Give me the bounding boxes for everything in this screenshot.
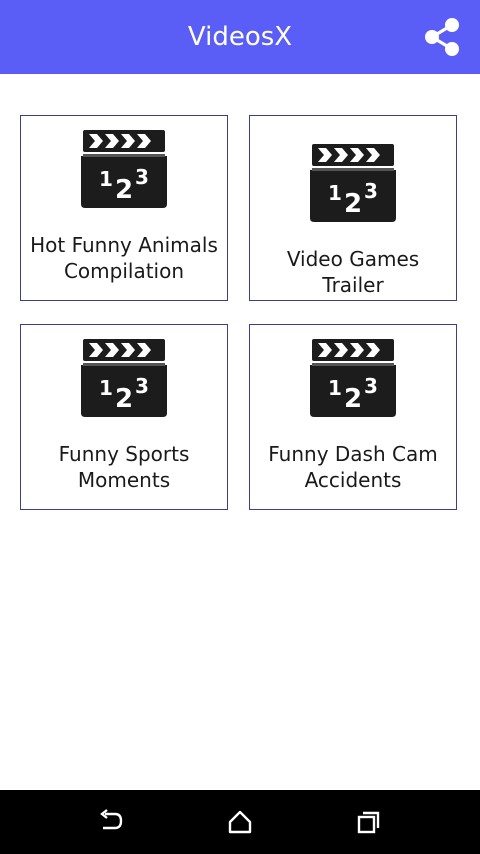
clapperboard-icon: 1 2 3 (310, 144, 396, 222)
app-screen: VideosX 1 2 3 Hot Funny Animals Compilat… (0, 0, 480, 854)
video-title: Hot Funny Animals Compilation (30, 233, 218, 283)
clapperboard-icon: 1 2 3 (81, 339, 167, 417)
clapper-digit-two: 2 (344, 189, 362, 219)
back-button[interactable] (91, 802, 131, 842)
clapper-digit-one: 1 (328, 181, 342, 205)
recents-button[interactable] (348, 802, 388, 842)
system-navigation-bar (0, 790, 480, 854)
clapper-digit-three: 3 (364, 374, 378, 398)
home-button[interactable] (220, 802, 260, 842)
clapperboard-icon: 1 2 3 (81, 130, 167, 208)
video-card-hot-funny-animals[interactable]: 1 2 3 Hot Funny Animals Compilation (20, 115, 228, 301)
video-title: Funny Dash Cam Accidents (268, 442, 438, 492)
clapper-digit-three: 3 (364, 179, 378, 203)
video-title: Video Games Trailer (286, 247, 420, 297)
clapper-digit-one: 1 (99, 376, 113, 400)
clapperboard-icon: 1 2 3 (310, 339, 396, 417)
back-icon (100, 809, 123, 830)
clapper-digit-two: 2 (344, 384, 362, 414)
app-title: VideosX (187, 22, 293, 52)
clapper-digit-two: 2 (115, 384, 133, 414)
share-button[interactable] (418, 13, 466, 61)
video-title: Funny Sports Moments (58, 442, 190, 492)
share-icon (425, 18, 459, 56)
video-card-funny-sports-moments[interactable]: 1 2 3 Funny Sports Moments (20, 324, 228, 510)
app-toolbar: VideosX (0, 0, 480, 74)
clapper-digit-one: 1 (99, 167, 113, 191)
home-icon (228, 810, 252, 834)
clapper-digit-three: 3 (135, 165, 149, 189)
video-card-funny-dash-cam-accidents[interactable]: 1 2 3 Funny Dash Cam Accidents (249, 324, 457, 510)
video-grid: 1 2 3 Hot Funny Animals Compilation 1 2 … (0, 74, 480, 790)
video-card-video-games-trailer[interactable]: 1 2 3 Video Games Trailer (249, 115, 457, 301)
clapper-digit-two: 2 (115, 175, 133, 205)
clapper-digit-three: 3 (135, 374, 149, 398)
clapper-digit-one: 1 (328, 376, 342, 400)
recents-icon (357, 811, 380, 834)
